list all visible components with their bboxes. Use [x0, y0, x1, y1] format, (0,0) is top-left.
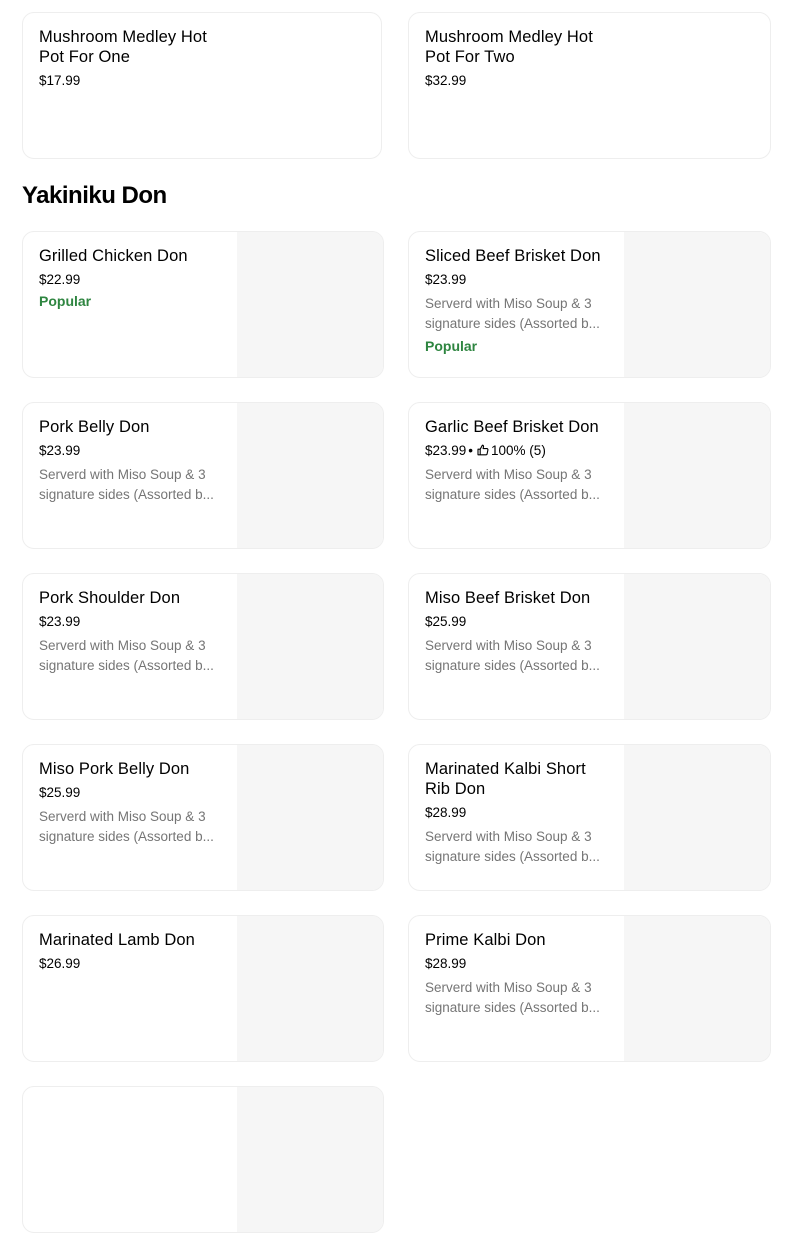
item-price: $28.99	[425, 956, 467, 971]
item-title: Grilled Chicken Don	[39, 247, 188, 265]
menu-item-card[interactable]: Marinated Kalbi Short Rib Don $28.99 Serv…	[408, 744, 771, 891]
item-description: Serverd with Miso Soup & 3 signature side…	[425, 980, 600, 1015]
item-image	[624, 745, 770, 890]
item-price: $22.99	[39, 272, 81, 287]
item-description: Serverd with Miso Soup & 3 signature side…	[39, 638, 214, 673]
menu-item-card[interactable]	[22, 1086, 384, 1233]
menu-item-card[interactable]: Sliced Beef Brisket Don $23.99 Serverd w…	[408, 231, 771, 378]
item-image	[237, 574, 383, 719]
menu-item-card[interactable]: Prime Kalbi Don $28.99 Serverd with Miso…	[408, 915, 771, 1062]
item-description: Serverd with Miso Soup & 3 signature side…	[39, 809, 214, 844]
item-image	[237, 1087, 383, 1232]
menu-item-card[interactable]: Miso Pork Belly Don $25.99 Serverd with …	[22, 744, 384, 891]
item-title: Prime Kalbi Don	[425, 931, 546, 949]
item-image	[624, 403, 770, 548]
thumbs-up-icon	[477, 444, 489, 456]
item-price: $28.99	[425, 805, 467, 820]
item-title: Mushroom Medley Hot Pot For Two	[425, 28, 593, 66]
item-price: $25.99	[39, 785, 81, 800]
item-image	[237, 403, 383, 548]
menu-item-card[interactable]: Pork Shoulder Don $23.99 Serverd with Mi…	[22, 573, 384, 720]
item-price: $17.99	[39, 73, 81, 88]
item-price: $23.99	[39, 443, 81, 458]
rating-value: 100% (5)	[491, 443, 546, 458]
item-image	[624, 916, 770, 1061]
item-image	[237, 745, 383, 890]
item-price-rating: $23.99 • 100% (5)	[425, 442, 613, 460]
popular-badge: Popular	[425, 338, 478, 354]
menu-item-card[interactable]: Pork Belly Don $23.99 Serverd with Miso …	[22, 402, 384, 549]
item-price: $23.99	[425, 443, 467, 458]
menu-item-card[interactable]: Mushroom Medley Hot Pot For Two $32.99	[408, 12, 771, 159]
item-image	[624, 574, 770, 719]
item-title: Pork Belly Don	[39, 418, 150, 436]
item-price: $32.99	[425, 73, 467, 88]
item-title: Marinated Kalbi Short Rib Don	[425, 760, 586, 798]
item-title: Miso Beef Brisket Don	[425, 589, 591, 607]
item-title: Mushroom Medley Hot Pot For One	[39, 28, 207, 66]
menu-item-card[interactable]: Mushroom Medley Hot Pot For One $17.99	[22, 12, 382, 159]
item-price: $23.99	[39, 614, 81, 629]
menu-item-card[interactable]: Grilled Chicken Don $22.99 Popular	[22, 231, 384, 378]
item-price: $26.99	[39, 956, 81, 971]
item-description: Serverd with Miso Soup & 3 signature side…	[39, 467, 214, 502]
item-description: Serverd with Miso Soup & 3 signature side…	[425, 829, 600, 864]
separator: •	[468, 443, 474, 458]
item-description: Serverd with Miso Soup & 3 signature side…	[425, 296, 600, 331]
item-price: $25.99	[425, 614, 467, 629]
item-title: Garlic Beef Brisket Don	[425, 418, 599, 436]
menu-item-card[interactable]: Garlic Beef Brisket Don $23.99 • 100% (5) …	[408, 402, 771, 549]
item-title: Marinated Lamb Don	[39, 931, 195, 949]
item-description: Serverd with Miso Soup & 3 signature side…	[425, 638, 600, 673]
item-title: Miso Pork Belly Don	[39, 760, 190, 778]
item-image	[624, 232, 770, 377]
item-image	[237, 916, 383, 1061]
item-title: Pork Shoulder Don	[39, 589, 181, 607]
item-price: $23.99	[425, 272, 467, 287]
menu-item-card[interactable]: Miso Beef Brisket Don $25.99 Serverd wit…	[408, 573, 771, 720]
section-title: Yakiniku Don	[22, 182, 167, 209]
item-image	[237, 232, 383, 377]
popular-badge: Popular	[39, 293, 92, 309]
item-description: Serverd with Miso Soup & 3 signature side…	[425, 467, 600, 502]
menu-item-card[interactable]: Marinated Lamb Don $26.99	[22, 915, 384, 1062]
item-title: Sliced Beef Brisket Don	[425, 247, 601, 265]
